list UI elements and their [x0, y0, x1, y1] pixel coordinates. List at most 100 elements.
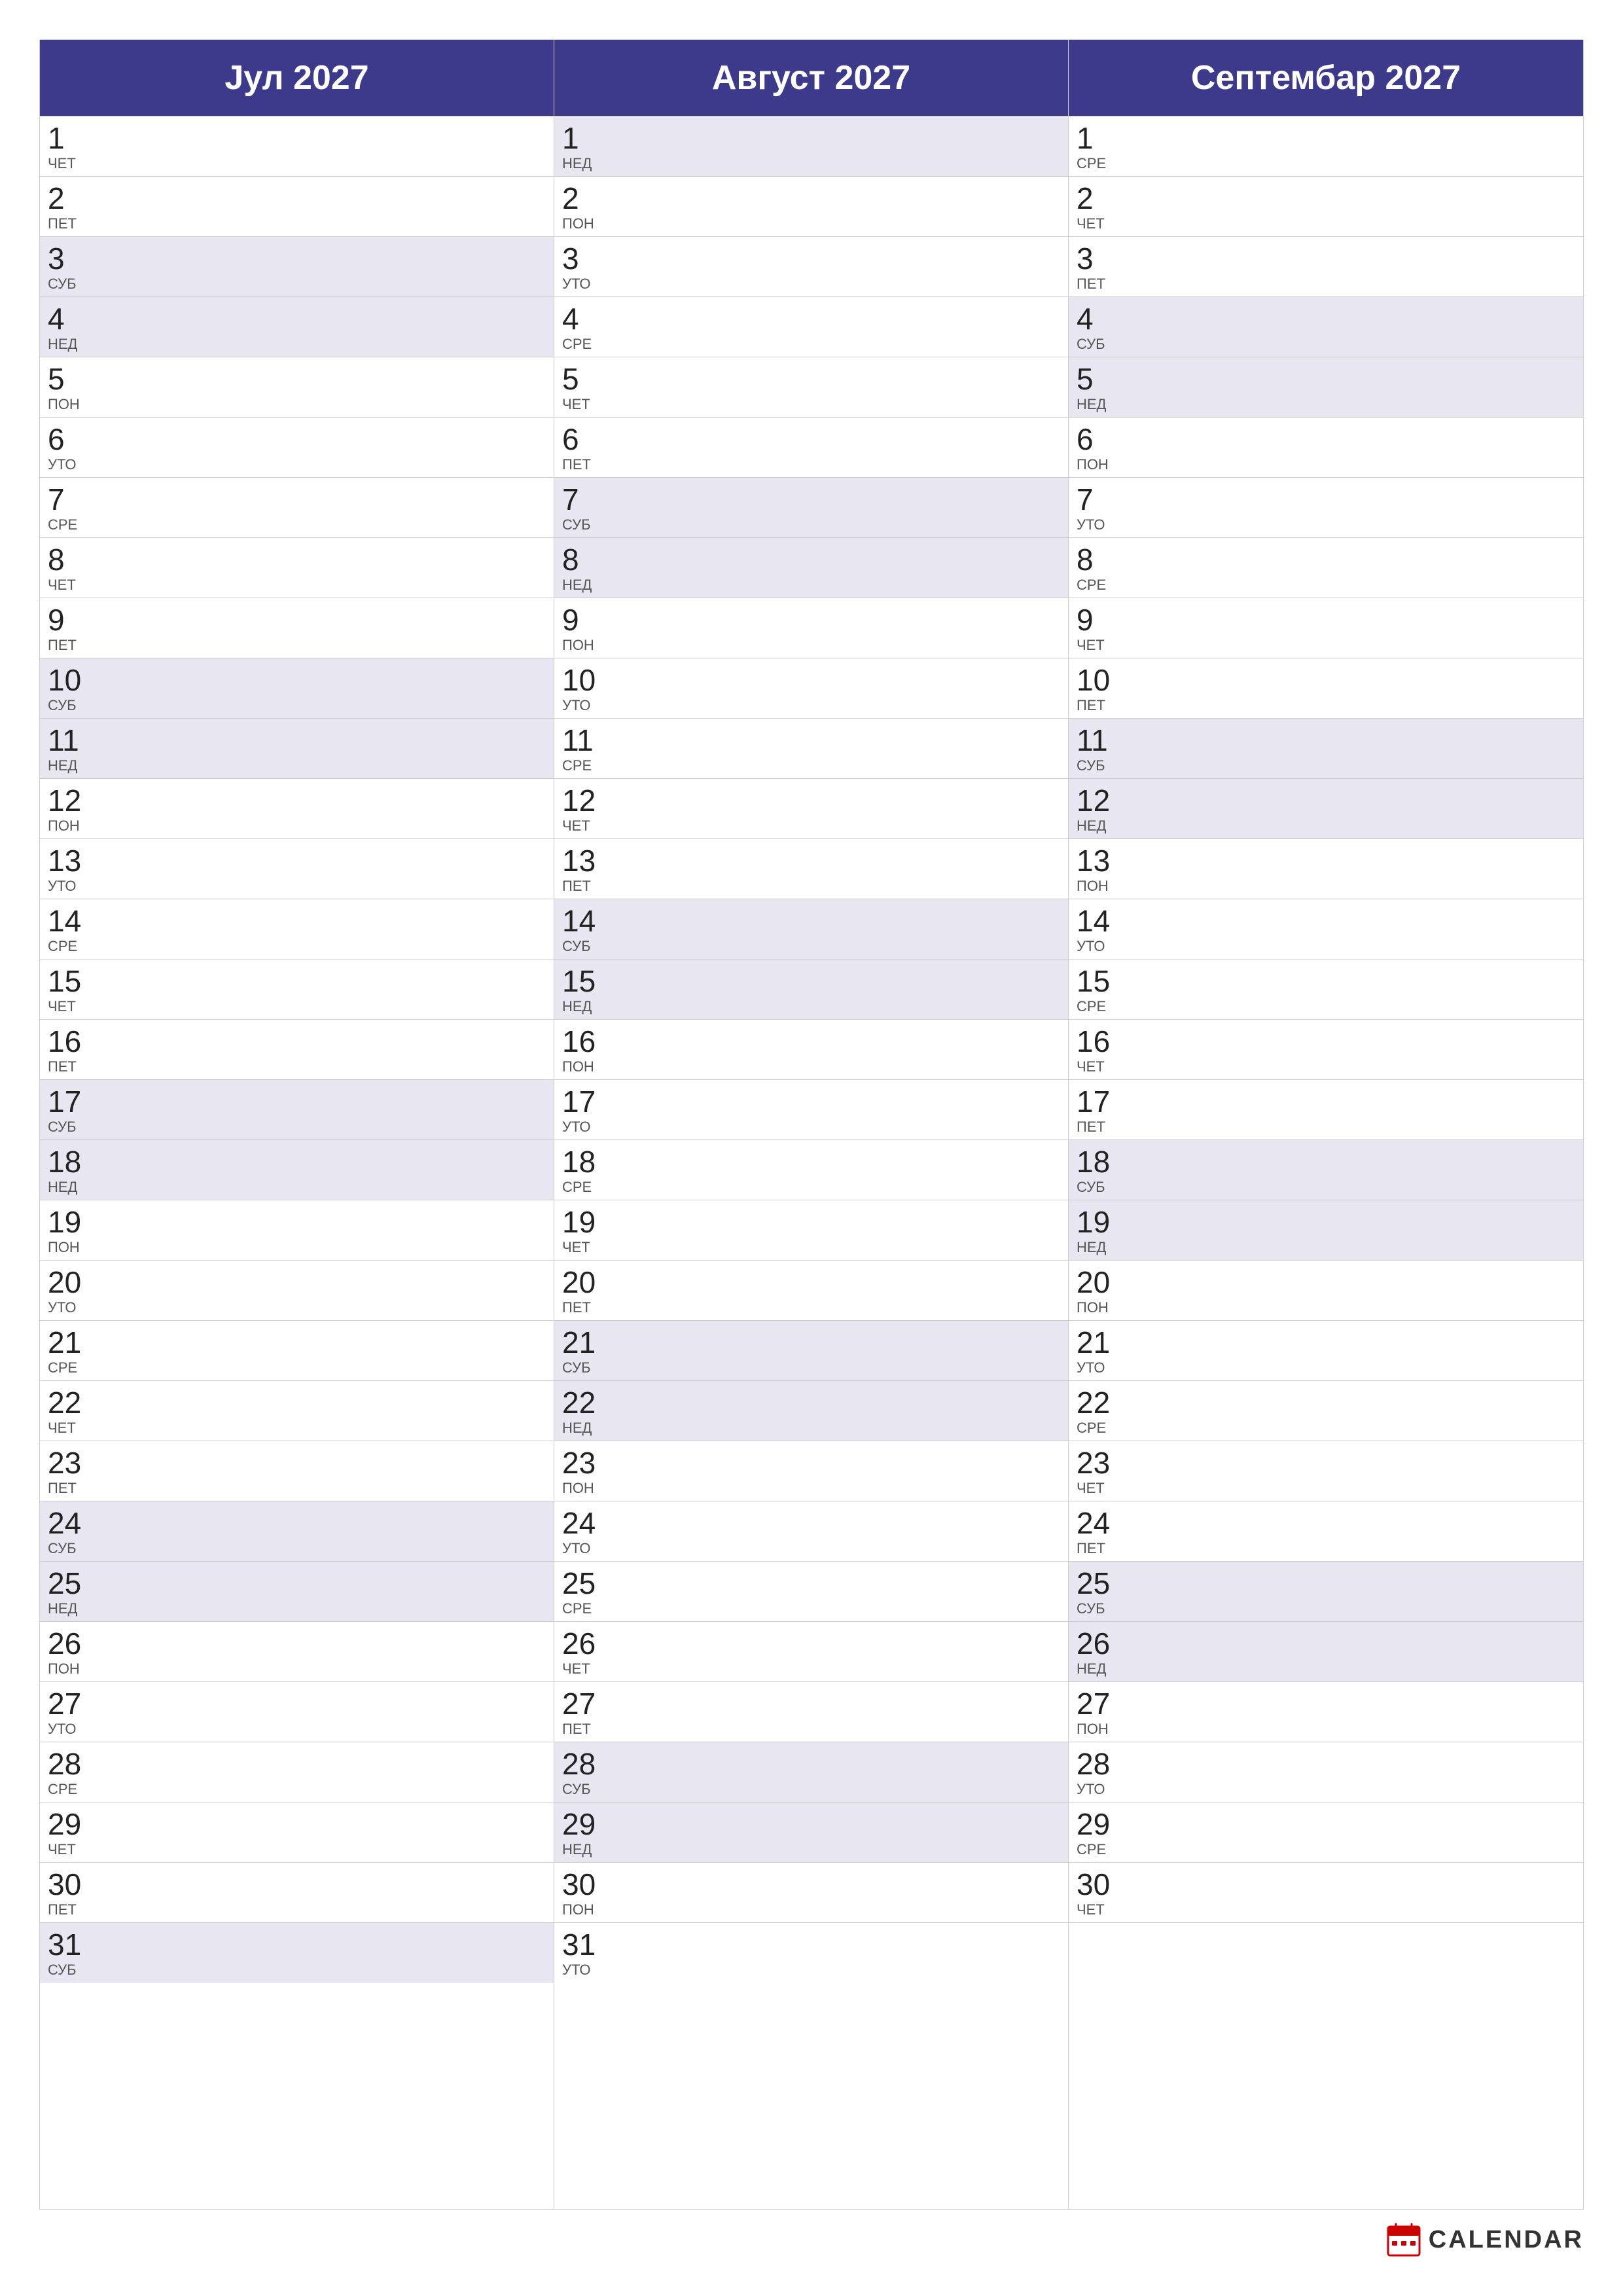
day-cell: 28СРЕ: [40, 1742, 118, 1802]
day-number: 17: [1077, 1085, 1110, 1119]
day-name: СУБ: [1077, 1602, 1105, 1616]
day-name: СУБ: [48, 1541, 77, 1556]
day-number: 19: [1077, 1206, 1110, 1239]
day-row: 6ПОН: [1069, 418, 1583, 478]
day-cell: 9ПОН: [554, 598, 633, 658]
day-content: [633, 478, 1068, 537]
day-row: 3ПЕТ: [1069, 237, 1583, 297]
day-number: 16: [48, 1025, 81, 1058]
day-number: 29: [48, 1808, 81, 1841]
day-content: [633, 1381, 1068, 1441]
day-number: 28: [48, 1748, 81, 1781]
day-row: 8СРЕ: [1069, 538, 1583, 598]
day-row: 29ЧЕТ: [40, 1803, 554, 1863]
day-cell: 22СРЕ: [1069, 1381, 1147, 1441]
day-cell: 4СРЕ: [554, 297, 633, 357]
day-number: 10: [1077, 664, 1110, 697]
day-row: 6ПЕТ: [554, 418, 1068, 478]
day-name: ПЕТ: [48, 638, 77, 653]
day-content: [633, 1622, 1068, 1681]
day-cell: 31УТО: [554, 1923, 633, 1983]
day-row: 5ПОН: [40, 357, 554, 418]
day-name: СУБ: [1077, 1180, 1105, 1194]
day-cell: 13УТО: [40, 839, 118, 899]
day-content: [633, 779, 1068, 838]
day-number: 31: [48, 1928, 81, 1962]
day-number: 8: [48, 543, 65, 577]
day-cell: 5ПОН: [40, 357, 118, 417]
day-content: [633, 658, 1068, 718]
day-cell: 8НЕД: [554, 538, 633, 598]
day-number: 3: [48, 242, 65, 276]
day-row: 19ПОН: [40, 1200, 554, 1261]
day-content: [118, 297, 554, 357]
day-number: 9: [1077, 603, 1094, 637]
day-name: ПОН: [562, 1060, 594, 1074]
day-name: УТО: [562, 1541, 591, 1556]
day-number: 8: [562, 543, 579, 577]
day-name: УТО: [562, 698, 591, 713]
day-row: 24СУБ: [40, 1501, 554, 1562]
day-cell: 16 ПОН: [554, 1020, 633, 1079]
day-number: 4: [1077, 302, 1094, 336]
day-name: СУБ: [48, 1120, 77, 1134]
day-name: СУБ: [48, 1963, 77, 1977]
day-number: 27: [1077, 1687, 1110, 1721]
day-number: 23: [1077, 1446, 1110, 1480]
day-content: [1147, 899, 1583, 959]
day-content: [118, 1803, 554, 1862]
day-name: СУБ: [1077, 337, 1105, 351]
day-name: ПОН: [1077, 1722, 1109, 1736]
day-name: ЧЕТ: [48, 1421, 76, 1435]
day-name: ПЕТ: [1077, 1541, 1105, 1556]
day-number: 17: [48, 1085, 81, 1119]
day-cell: 3ПЕТ: [1069, 237, 1147, 296]
day-cell: 1НЕД: [554, 117, 633, 176]
day-row: 12НЕД: [1069, 779, 1583, 839]
day-name: ПОН: [48, 1240, 80, 1255]
day-name: ЧЕТ: [48, 999, 76, 1014]
day-cell: 25СРЕ: [554, 1562, 633, 1621]
day-content: [118, 719, 554, 778]
day-content: [1147, 1200, 1583, 1260]
day-number: 16: [562, 1025, 596, 1058]
day-content: [1147, 1140, 1583, 1200]
day-number: 22: [48, 1386, 81, 1420]
day-cell: 1СРЕ: [1069, 117, 1147, 176]
day-row: 31СУБ: [40, 1923, 554, 1983]
day-cell: 26ЧЕТ: [554, 1622, 633, 1681]
day-name: ПЕТ: [48, 1903, 77, 1917]
day-content: [633, 1562, 1068, 1621]
day-cell: 10СУБ: [40, 658, 118, 718]
day-name: ПОН: [48, 397, 80, 412]
day-number: 29: [562, 1808, 596, 1841]
day-number: 21: [1077, 1326, 1110, 1359]
day-row: 29НЕД: [554, 1803, 1068, 1863]
day-cell: 25НЕД: [40, 1562, 118, 1621]
day-content: [633, 960, 1068, 1019]
day-number: 14: [562, 905, 596, 938]
day-row: 2ЧЕТ: [1069, 177, 1583, 237]
day-content: [118, 1020, 554, 1079]
day-content: [633, 1863, 1068, 1922]
day-cell: 22НЕД: [554, 1381, 633, 1441]
month-header-2: Септембар 2027: [1069, 40, 1583, 117]
day-row: 6УТО: [40, 418, 554, 478]
day-content: [118, 1682, 554, 1742]
day-content: [118, 1200, 554, 1260]
day-row: 11СРЕ: [554, 719, 1068, 779]
day-name: ПОН: [562, 1481, 594, 1496]
day-content: [118, 1923, 554, 1983]
day-cell: 19ЧЕТ: [554, 1200, 633, 1260]
day-cell: 24УТО: [554, 1501, 633, 1561]
day-content: [118, 1562, 554, 1621]
day-row: 23ПОН: [554, 1441, 1068, 1501]
day-number: 8: [1077, 543, 1094, 577]
day-name: СУБ: [48, 698, 77, 713]
day-cell: 13ПОН: [1069, 839, 1147, 899]
day-row: 5НЕД: [1069, 357, 1583, 418]
day-cell: 3УТО: [554, 237, 633, 296]
day-number: 12: [562, 784, 596, 817]
day-content: [633, 1200, 1068, 1260]
day-cell: 24ПЕТ: [1069, 1501, 1147, 1561]
